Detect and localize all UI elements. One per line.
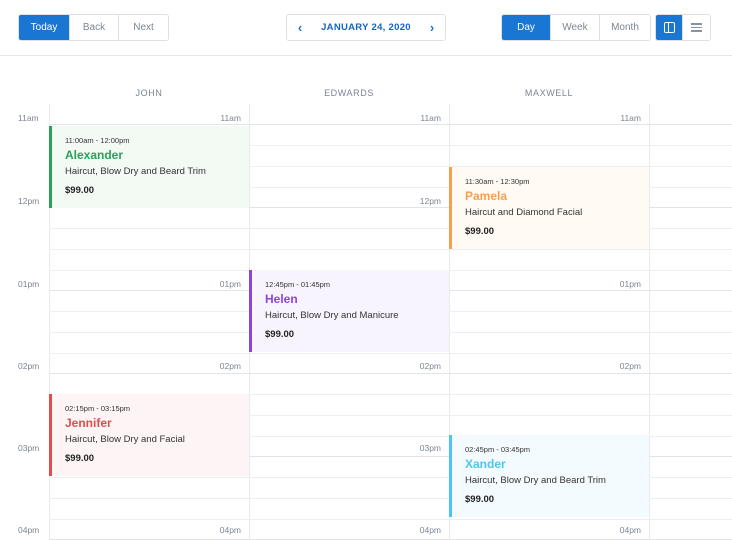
chevron-right-icon[interactable]: › [419, 15, 445, 40]
appointment-client-name: Alexander [65, 148, 124, 162]
appointment-client-name: Helen [265, 292, 298, 306]
time-label: 01pm [18, 279, 40, 289]
layout-switcher [655, 14, 711, 41]
time-label: 11am [420, 113, 441, 123]
time-label: 02pm [18, 361, 40, 371]
resource-header-john: JOHN [135, 88, 163, 98]
appointment-time: 12:45pm - 01:45pm [265, 280, 331, 289]
view-switcher: Day Week Month [501, 14, 651, 41]
time-label: 11am [220, 113, 241, 123]
appointment-card-alexander[interactable]: 11:00am - 12:00pm Alexander Haircut, Blo… [49, 126, 249, 208]
time-label: 03pm [419, 443, 441, 453]
appointment-price: $99.00 [465, 226, 495, 237]
appointment-price: $99.00 [65, 453, 95, 464]
chevron-left-icon[interactable]: ‹ [287, 15, 313, 40]
time-label: 04pm [619, 525, 641, 535]
appointment-card-xander[interactable]: 02:45pm - 03:45pm Xander Haircut, Blow D… [449, 435, 649, 517]
time-label: 02pm [219, 361, 241, 371]
back-button[interactable]: Back [70, 15, 119, 40]
appointment-time: 11:00am - 12:00pm [65, 136, 130, 145]
resource-header-edwards: EDWARDS [324, 88, 374, 98]
column-layout-button[interactable] [656, 15, 683, 40]
appointment-service: Haircut, Blow Dry and Beard Trim [465, 475, 606, 486]
time-label: 02pm [619, 361, 641, 371]
time-label: 03pm [18, 443, 40, 453]
time-label: 11am [620, 113, 641, 123]
month-view-button[interactable]: Month [600, 15, 650, 40]
week-view-button[interactable]: Week [551, 15, 600, 40]
appointment-price: $99.00 [465, 494, 495, 505]
time-label: 01pm [619, 279, 641, 289]
appointment-service: Haircut, Blow Dry and Manicure [265, 310, 399, 321]
time-label: 04pm [18, 525, 40, 535]
columns-icon [663, 22, 675, 33]
appointment-price: $99.00 [265, 329, 295, 340]
appointment-service: Haircut, Blow Dry and Beard Trim [65, 166, 206, 177]
next-button[interactable]: Next [119, 15, 168, 40]
resource-header-maxwell: MAXWELL [524, 88, 574, 98]
time-label: 02pm [419, 361, 441, 371]
time-label: 04pm [219, 525, 241, 535]
appointment-service: Haircut, Blow Dry and Facial [65, 434, 185, 445]
appointment-client-name: Jennifer [65, 416, 112, 430]
appointment-time: 02:15pm - 03:15pm [65, 404, 131, 413]
appointment-price: $99.00 [65, 185, 95, 196]
day-view-button[interactable]: Day [502, 15, 551, 40]
time-label: 12pm [419, 196, 441, 206]
date-navigator: ‹ JANUARY 24, 2020 › [286, 14, 446, 41]
time-label: 11am [18, 113, 39, 123]
appointment-time: 11:30am - 12:30pm [465, 177, 530, 186]
appointment-client-name: Xander [465, 457, 506, 471]
appointment-card-pamela[interactable]: 11:30am - 12:30pm Pamela Haircut and Dia… [449, 167, 649, 249]
list-icon [691, 23, 702, 32]
time-label: 12pm [18, 196, 40, 206]
calendar-toolbar: Today Back Next ‹ JANUARY 24, 2020 › Day… [0, 0, 732, 56]
appointment-card-jennifer[interactable]: 02:15pm - 03:15pm Jennifer Haircut, Blow… [49, 394, 249, 476]
appointment-service: Haircut and Diamond Facial [465, 207, 583, 218]
list-layout-button[interactable] [683, 15, 710, 40]
appointment-client-name: Pamela [465, 189, 508, 203]
appointment-card-helen[interactable]: 12:45pm - 01:45pm Helen Haircut, Blow Dr… [249, 270, 449, 352]
time-label: 04pm [419, 525, 441, 535]
today-button[interactable]: Today [19, 15, 70, 40]
navigation-button-group: Today Back Next [18, 14, 169, 41]
current-date-label[interactable]: JANUARY 24, 2020 [313, 15, 419, 40]
appointment-time: 02:45pm - 03:45pm [465, 445, 531, 454]
time-label: 01pm [219, 279, 241, 289]
